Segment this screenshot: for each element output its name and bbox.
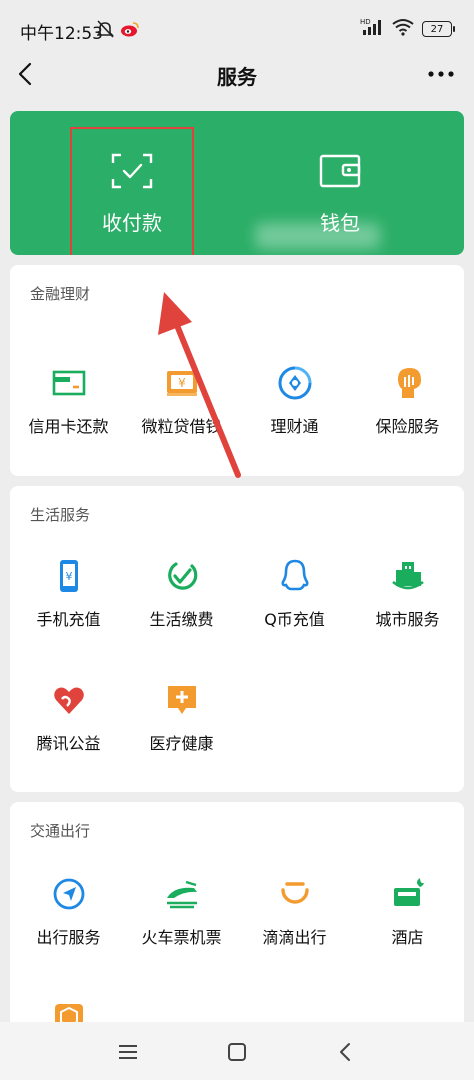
notification-icons: [96, 20, 143, 42]
navbar: 服务: [0, 52, 474, 96]
svg-text:¥: ¥: [178, 376, 186, 390]
loan-icon: ¥: [166, 371, 197, 396]
city-service-item[interactable]: 城市服务: [351, 558, 464, 630]
item-label: 火车票机票: [141, 928, 222, 947]
didi-item[interactable]: 滴滴出行: [238, 876, 351, 948]
medical-item[interactable]: 医疗健康: [125, 682, 238, 754]
item-label: 城市服务: [375, 610, 440, 629]
blurred-balance: [255, 223, 380, 249]
clock: 中午12:53: [20, 24, 103, 44]
finance-section: 金融理财 信用卡还款 ¥ 微粒贷借钱 理财通 保险服务: [10, 265, 464, 476]
item-label: 医疗健康: [149, 734, 214, 753]
charity-item[interactable]: 腾讯公益: [12, 682, 125, 754]
hero-panel: 收付款 钱包: [10, 111, 464, 255]
highlight-box: [70, 127, 194, 255]
item-label: 生活缴费: [149, 610, 214, 629]
transport-section: 交通出行 出行服务 火车票机票 滴滴出行 酒店: [10, 802, 464, 1042]
medical-icon: [167, 686, 196, 714]
back-nav-icon[interactable]: [334, 1040, 358, 1064]
more-icon[interactable]: [426, 60, 456, 88]
utility-bill-item[interactable]: 生活缴费: [125, 558, 238, 630]
section-title: 交通出行: [30, 822, 91, 840]
wifi-icon: [392, 18, 414, 40]
home-icon[interactable]: [225, 1040, 249, 1064]
credit-card-repay-item[interactable]: 信用卡还款: [12, 365, 125, 437]
qcoin-icon: [281, 559, 308, 591]
svg-text:¥: ¥: [65, 570, 72, 583]
item-label: 滴滴出行: [262, 928, 327, 947]
credit-card-icon: [52, 370, 85, 396]
item-label: 保险服务: [375, 417, 440, 436]
city-service-icon: [391, 562, 424, 590]
wealth-item[interactable]: 理财通: [238, 365, 351, 437]
system-nav-bar: [0, 1022, 474, 1080]
travel-service-item[interactable]: 出行服务: [12, 876, 125, 948]
charity-icon: [53, 687, 84, 714]
item-label: Q币充值: [264, 610, 325, 629]
page-title: 服务: [217, 65, 257, 89]
insurance-icon: [397, 368, 421, 398]
status-right: HD 27: [360, 18, 455, 40]
mute-icon: [96, 20, 114, 38]
travel-icon: [53, 878, 84, 910]
section-title: 生活服务: [30, 506, 91, 524]
weibo-icon: [121, 22, 139, 37]
utility-bill-icon: [167, 562, 197, 590]
signal-icon: HD: [360, 18, 384, 40]
insurance-item[interactable]: 保险服务: [351, 365, 464, 437]
phone-topup-icon: ¥: [59, 560, 78, 592]
qcoin-item[interactable]: Q币充值: [238, 558, 351, 630]
life-services-section: 生活服务 ¥ 手机充值 生活缴费 Q币充值 城市服务 腾讯公益 医疗健康: [10, 486, 464, 792]
section-title: 金融理财: [30, 285, 91, 303]
menu-icon[interactable]: [116, 1040, 140, 1064]
item-label: 信用卡还款: [28, 417, 109, 436]
wealth-icon: [278, 366, 311, 400]
item-label: 理财通: [270, 417, 319, 436]
status-bar: 中午12:53 HD 27: [0, 0, 474, 56]
train-ticket-icon: [166, 880, 197, 909]
item-label: 手机充值: [36, 610, 101, 629]
svg-text:HD: HD: [360, 18, 371, 26]
hotel-icon: [393, 878, 424, 906]
item-label: 腾讯公益: [36, 734, 101, 753]
hotel-item[interactable]: 酒店: [351, 876, 464, 948]
battery-icon: 27: [422, 21, 455, 37]
item-label: 出行服务: [36, 928, 101, 947]
wallet-icon: [319, 153, 361, 193]
item-label: 微粒贷借钱: [141, 417, 222, 436]
phone-topup-item[interactable]: ¥ 手机充值: [12, 558, 125, 630]
train-ticket-item[interactable]: 火车票机票: [125, 876, 238, 948]
loan-item[interactable]: ¥ 微粒贷借钱: [125, 365, 238, 437]
item-label: 酒店: [391, 928, 424, 947]
didi-icon: [280, 882, 309, 904]
